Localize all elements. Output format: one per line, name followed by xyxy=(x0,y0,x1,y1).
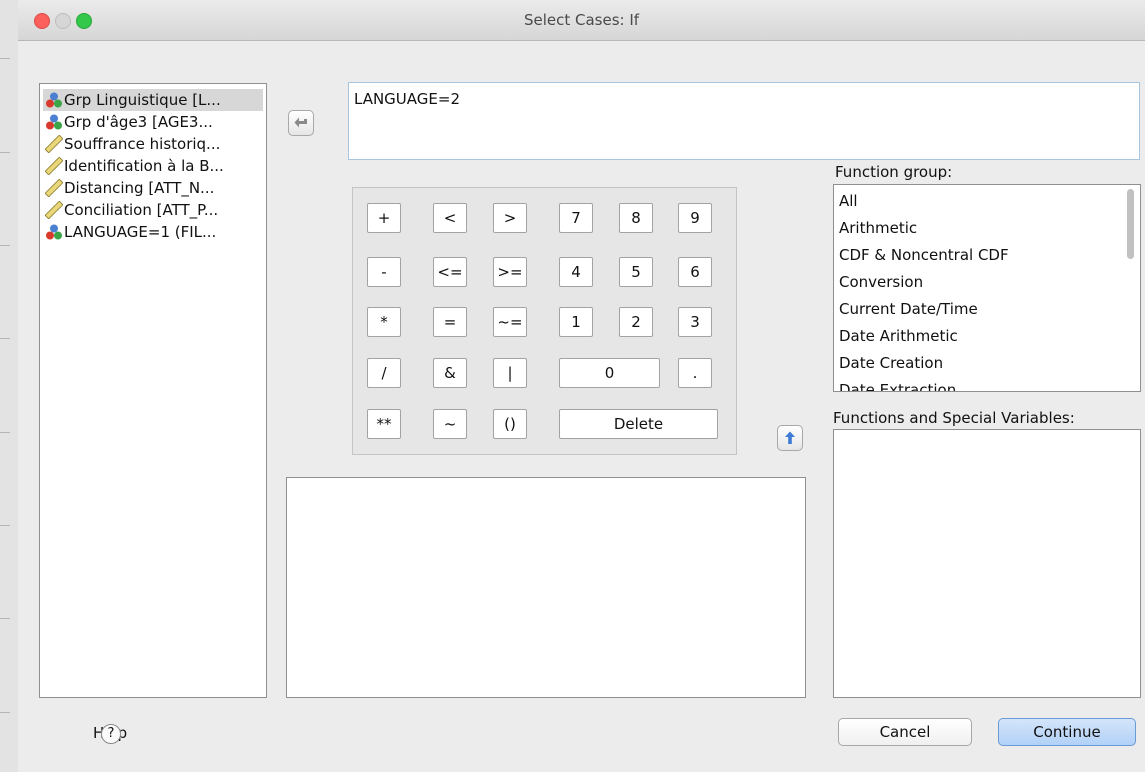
select-cases-if-dialog: Select Cases: If Grp Linguistique [L... … xyxy=(18,0,1145,772)
functions-special-variables-list[interactable] xyxy=(833,429,1141,698)
move-variable-button[interactable] xyxy=(288,110,314,136)
key-5[interactable]: 5 xyxy=(619,257,653,287)
key-1[interactable]: 1 xyxy=(559,307,593,337)
variable-item-conciliation[interactable]: Conciliation [ATT_P... xyxy=(43,199,263,221)
key-not[interactable]: ~ xyxy=(433,409,467,439)
variable-item-grp-age3[interactable]: Grp d'âge3 [AGE3... xyxy=(43,111,263,133)
variable-label: Conciliation [ATT_P... xyxy=(64,201,219,219)
arrow-up-icon xyxy=(785,431,795,444)
function-group-scrollbar[interactable] xyxy=(1127,189,1134,259)
function-group-item[interactable]: Conversion xyxy=(839,273,923,291)
function-group-item[interactable]: Date Arithmetic xyxy=(839,327,958,345)
calculator-keypad: + < > 7 8 9 - <= >= 4 5 6 * = ~= 1 2 3 /… xyxy=(352,187,737,455)
arrow-left-icon xyxy=(294,117,307,128)
function-description-area xyxy=(286,477,806,698)
function-group-item[interactable]: Arithmetic xyxy=(839,219,917,237)
key-plus[interactable]: + xyxy=(367,203,401,233)
key-decimal[interactable]: . xyxy=(678,358,712,388)
key-0[interactable]: 0 xyxy=(559,358,660,388)
variable-label: Grp Linguistique [L... xyxy=(64,91,221,109)
key-or[interactable]: | xyxy=(493,358,527,388)
scale-ruler-icon xyxy=(45,135,63,153)
nominal-icon xyxy=(46,114,62,130)
key-greater-than[interactable]: > xyxy=(493,203,527,233)
variable-label: Identification à la B... xyxy=(64,157,224,175)
insert-function-button[interactable] xyxy=(777,425,803,451)
help-button[interactable]: Help ? xyxy=(89,720,127,748)
key-divide[interactable]: / xyxy=(367,358,401,388)
variable-item-grp-linguistique[interactable]: Grp Linguistique [L... xyxy=(43,89,263,111)
key-6[interactable]: 6 xyxy=(678,257,712,287)
expression-textarea[interactable]: LANGUAGE=2 xyxy=(348,82,1140,160)
key-not-equal[interactable]: ~= xyxy=(493,307,527,337)
cancel-button[interactable]: Cancel xyxy=(838,718,972,746)
key-multiply[interactable]: * xyxy=(367,307,401,337)
variable-label: Distancing [ATT_N... xyxy=(64,179,215,197)
key-9[interactable]: 9 xyxy=(678,203,712,233)
key-power[interactable]: ** xyxy=(367,409,401,439)
nominal-icon xyxy=(46,224,62,240)
functions-special-variables-label: Functions and Special Variables: xyxy=(833,409,1075,427)
expression-value: LANGUAGE=2 xyxy=(354,90,460,108)
key-parentheses[interactable]: () xyxy=(493,409,527,439)
window-title: Select Cases: If xyxy=(523,11,640,29)
help-question-icon: ? xyxy=(101,724,121,744)
key-minus[interactable]: - xyxy=(367,257,401,287)
function-group-item[interactable]: Date Creation xyxy=(839,354,943,372)
variable-item-distancing[interactable]: Distancing [ATT_N... xyxy=(43,177,263,199)
function-group-item[interactable]: All xyxy=(839,192,858,210)
variable-item-souffrance[interactable]: Souffrance historiq... xyxy=(43,133,263,155)
variable-label: Souffrance historiq... xyxy=(64,135,221,153)
nominal-icon xyxy=(46,92,62,108)
function-group-item[interactable]: Current Date/Time xyxy=(839,300,978,318)
background-app-edge xyxy=(0,0,19,772)
key-3[interactable]: 3 xyxy=(678,307,712,337)
key-greater-equal[interactable]: >= xyxy=(493,257,527,287)
function-group-label: Function group: xyxy=(835,163,953,181)
function-group-item[interactable]: CDF & Noncentral CDF xyxy=(839,246,1009,264)
function-group-list[interactable]: All Arithmetic CDF & Noncentral CDF Conv… xyxy=(833,184,1141,392)
key-7[interactable]: 7 xyxy=(559,203,593,233)
scale-ruler-icon xyxy=(45,201,63,219)
key-4[interactable]: 4 xyxy=(559,257,593,287)
continue-button[interactable]: Continue xyxy=(998,718,1136,746)
title-bar: Select Cases: If xyxy=(18,0,1145,41)
variable-list[interactable]: Grp Linguistique [L... Grp d'âge3 [AGE3.… xyxy=(39,83,267,698)
variable-item-language-filter[interactable]: LANGUAGE=1 (FIL... xyxy=(43,221,263,243)
variable-label: LANGUAGE=1 (FIL... xyxy=(64,223,217,241)
key-less-than[interactable]: < xyxy=(433,203,467,233)
variable-label: Grp d'âge3 [AGE3... xyxy=(64,113,213,131)
key-equal[interactable]: = xyxy=(433,307,467,337)
function-group-item[interactable]: Date Extraction xyxy=(839,381,956,391)
scale-ruler-icon xyxy=(45,157,63,175)
key-less-equal[interactable]: <= xyxy=(433,257,467,287)
key-8[interactable]: 8 xyxy=(619,203,653,233)
key-2[interactable]: 2 xyxy=(619,307,653,337)
key-and[interactable]: & xyxy=(433,358,467,388)
scale-ruler-icon xyxy=(45,179,63,197)
variable-item-identification[interactable]: Identification à la B... xyxy=(43,155,263,177)
key-delete[interactable]: Delete xyxy=(559,409,718,439)
